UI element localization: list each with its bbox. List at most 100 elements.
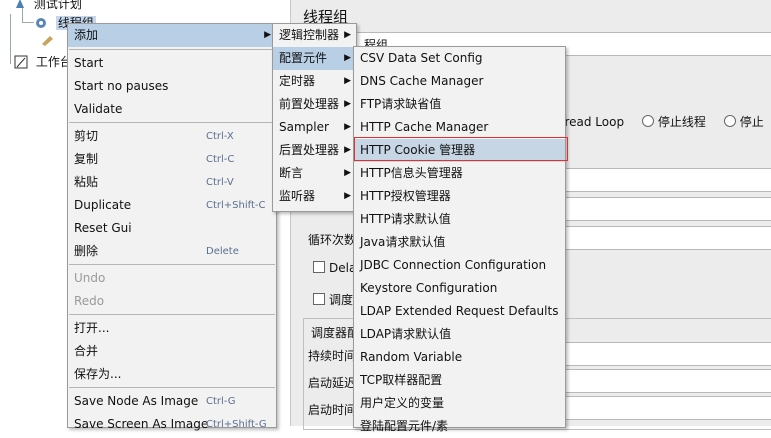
context-menu-item-duplicate[interactable]: Duplicate Ctrl+Shift-C	[68, 194, 276, 217]
menu-separator	[69, 49, 275, 50]
loop-count-input[interactable]	[561, 226, 771, 250]
config-submenu-item-ldap-extended-request-defaults[interactable]: LDAP Extended Request Defaults	[354, 300, 565, 323]
scheduler-checkbox[interactable]: 调度	[313, 291, 353, 308]
menu-item-label: 定时器	[279, 74, 316, 88]
menu-item-shortcut: Ctrl-V	[206, 177, 234, 188]
add-submenu-item-1[interactable]: 配置元件 ▶	[273, 47, 356, 70]
add-submenu-item-0[interactable]: 逻辑控制器 ▶	[273, 24, 356, 47]
menu-item-label: 添加	[74, 28, 99, 42]
tree-node-test-plan[interactable]: 测试计划	[14, 0, 82, 12]
startup-delay-label: 启动延迟	[308, 376, 357, 390]
context-menu-item-0[interactable]: 添加 ▶	[68, 24, 276, 47]
context-menu-item-reset-gui[interactable]: Reset Gui	[68, 217, 276, 240]
menu-item-label: Undo	[74, 271, 106, 285]
config-submenu-item-ftp[interactable]: FTP请求缺省值	[354, 93, 565, 116]
submenu-arrow-icon: ▶	[344, 99, 351, 109]
menu-item-label: 断言	[279, 166, 304, 180]
menu-item-label: 保存为...	[74, 367, 122, 381]
menu-item-shortcut: Ctrl+Shift-G	[206, 419, 267, 430]
menu-item-label: 删除	[74, 244, 99, 258]
tree-node-workbench[interactable]: 工作台	[14, 54, 72, 70]
config-submenu-item-http[interactable]: HTTP信息头管理器	[354, 162, 565, 185]
startup-delay-input[interactable]	[561, 369, 771, 393]
context-menu-item-4[interactable]: 剪切 Ctrl-X	[68, 125, 276, 148]
radio-stop-thread[interactable]: 停止线程	[641, 115, 706, 129]
config-submenu-item-15[interactable]: 用户定义的变量	[354, 392, 565, 415]
menu-item-label: Redo	[74, 294, 105, 308]
menu-item-shortcut: Delete	[206, 246, 239, 257]
ramp-up-input[interactable]	[561, 197, 771, 221]
add-submenu-item-2[interactable]: 定时器 ▶	[273, 70, 356, 93]
menu-item-label: HTTP请求默认值	[360, 212, 451, 226]
menu-item-label: TCP取样器配置	[360, 373, 443, 387]
menu-item-label: LDAP请求默认值	[360, 327, 452, 341]
config-submenu-item-random-variable[interactable]: Random Variable	[354, 346, 565, 369]
highlight-box	[354, 137, 568, 161]
delay-checkbox[interactable]: Dela	[313, 261, 356, 275]
checkbox-label: 调度	[329, 293, 354, 307]
config-submenu-item-keystore-configuration[interactable]: Keystore Configuration	[354, 277, 565, 300]
menu-item-label: Duplicate	[74, 198, 132, 212]
menu-separator	[69, 314, 275, 315]
config-submenu-item-16[interactable]: 登陆配置元件/素	[354, 415, 565, 438]
config-submenu-item-http-cache-manager[interactable]: HTTP Cache Manager	[354, 116, 565, 139]
menu-item-shortcut: Ctrl-X	[206, 131, 234, 142]
context-menu-item-redo: Redo	[68, 290, 276, 313]
menu-item-label: DNS Cache Manager	[360, 74, 484, 88]
context-menu-item-9[interactable]: 删除 Delete	[68, 240, 276, 263]
menu-item-label: Java请求默认值	[360, 235, 446, 249]
menu-item-label: 配置元件	[279, 51, 328, 65]
config-submenu-item-http[interactable]: HTTP授权管理器	[354, 185, 565, 208]
add-submenu-item-5[interactable]: 后置处理器 ▶	[273, 139, 356, 162]
context-menu-item-5[interactable]: 复制 Ctrl-C	[68, 148, 276, 171]
add-submenu-item-3[interactable]: 前置处理器 ▶	[273, 93, 356, 116]
radio-stop[interactable]: 停止	[723, 115, 764, 129]
menu-item-label: Keystore Configuration	[360, 281, 498, 295]
menu-item-label: 监听器	[279, 189, 316, 203]
menu-item-label: Start no pauses	[74, 79, 169, 93]
config-submenu-item-ldap[interactable]: LDAP请求默认值	[354, 323, 565, 346]
config-element-submenu: CSV Data Set Config DNS Cache Manager FTP请…	[353, 46, 568, 433]
menu-separator	[69, 122, 275, 123]
context-menu-item-validate[interactable]: Validate	[68, 98, 276, 121]
menu-separator	[69, 387, 275, 388]
context-menu-item-12[interactable]: 打开...	[68, 317, 276, 340]
menu-item-label: Random Variable	[360, 350, 463, 364]
add-submenu-item-6[interactable]: 断言 ▶	[273, 162, 356, 185]
gear-icon	[34, 16, 48, 30]
radio-label: 停止	[739, 115, 764, 129]
submenu-arrow-icon: ▶	[344, 122, 351, 132]
context-menu-item-13[interactable]: 合并	[68, 340, 276, 363]
context-menu-item-save-node-as-image[interactable]: Save Node As Image Ctrl-G	[68, 390, 276, 413]
menu-item-label: Save Node As Image	[74, 394, 199, 408]
config-submenu-item-http-cookie[interactable]: HTTP Cookie 管理器	[354, 137, 568, 162]
context-menu-item-6[interactable]: 粘贴 Ctrl-V	[68, 171, 276, 194]
start-time-input[interactable]	[561, 396, 771, 420]
add-submenu-item-4[interactable]: Sampler ▶	[273, 116, 356, 139]
submenu-arrow-icon: ▶	[344, 30, 351, 40]
menu-item-label: HTTP信息头管理器	[360, 166, 463, 180]
menu-item-label: HTTP授权管理器	[360, 189, 451, 203]
config-submenu-item-http[interactable]: HTTP请求默认值	[354, 208, 565, 231]
submenu-arrow-icon: ▶	[344, 191, 351, 201]
menu-item-label: 用户定义的变量	[360, 396, 445, 410]
context-menu-item-start[interactable]: Start	[68, 52, 276, 75]
action-radio-group: t Thread Loop 停止线程 停止	[541, 113, 764, 130]
config-submenu-item-dns-cache-manager[interactable]: DNS Cache Manager	[354, 70, 565, 93]
config-submenu-item-jdbc-connection-configuration[interactable]: JDBC Connection Configuration	[354, 254, 565, 277]
config-submenu-item-tcp[interactable]: TCP取样器配置	[354, 369, 565, 392]
thread-count-input[interactable]	[561, 168, 771, 192]
context-menu-item-start-no-pauses[interactable]: Start no pauses	[68, 75, 276, 98]
scheduler-section-title: 调度器配	[311, 324, 360, 341]
config-submenu-item-csv-data-set-config[interactable]: CSV Data Set Config	[354, 47, 565, 70]
context-menu-item-14[interactable]: 保存为...	[68, 363, 276, 386]
tree-connector	[10, 14, 11, 64]
context-menu-item-save-screen-as-image[interactable]: Save Screen As Image Ctrl+Shift-G	[68, 413, 276, 436]
config-submenu-item-java[interactable]: Java请求默认值	[354, 231, 565, 254]
duration-input[interactable]	[561, 342, 771, 366]
menu-item-label: HTTP Cache Manager	[360, 120, 489, 134]
menu-item-label: 后置处理器	[279, 143, 340, 157]
menu-item-label: 前置处理器	[279, 97, 340, 111]
add-submenu-item-7[interactable]: 监听器 ▶	[273, 185, 356, 208]
submenu-arrow-icon: ▶	[344, 145, 351, 155]
